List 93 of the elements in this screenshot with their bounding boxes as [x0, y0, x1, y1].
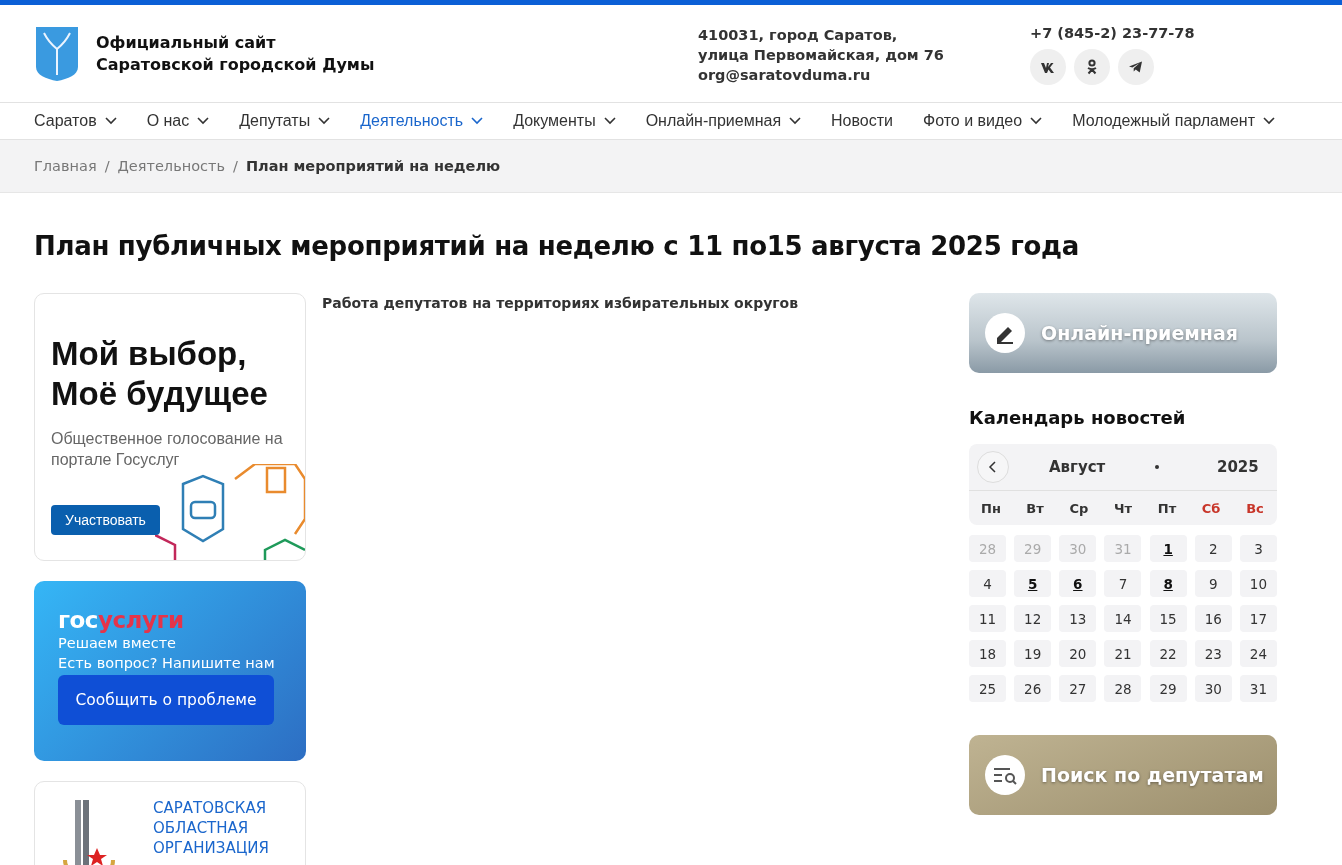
- coat-of-arms-icon: [34, 25, 80, 83]
- banner-text: Есть вопрос? Напишите нам: [58, 654, 276, 673]
- weekday-label: Пн: [980, 500, 1002, 516]
- calendar-day[interactable]: 24: [1239, 640, 1277, 667]
- calendar-day[interactable]: 16: [1194, 605, 1232, 632]
- weekday-label: Пт: [1156, 500, 1178, 516]
- site-title: Саратовской городской Думы: [96, 54, 375, 76]
- contact-address: улица Первомайская, дом 76: [698, 46, 945, 65]
- page-title: План публичных мероприятий на неделю с 11 по15 августа 2025 года: [34, 231, 1080, 261]
- calendar-day[interactable]: 8: [1149, 570, 1187, 597]
- calendar-day[interactable]: 4: [969, 570, 1006, 597]
- breadcrumb-link[interactable]: Главная: [34, 158, 97, 174]
- chevron-down-icon: [1262, 117, 1275, 125]
- weekday-label: Сб: [1200, 500, 1222, 516]
- banner-text: Решаем вместе: [58, 634, 178, 653]
- organization-name[interactable]: ОБЛАСТНАЯ: [153, 818, 269, 838]
- nav-menu-item[interactable]: Деятельность: [360, 112, 484, 130]
- calendar-day[interactable]: 10: [1239, 570, 1277, 597]
- breadcrumb-separator: /: [233, 158, 238, 174]
- chevron-down-icon: [603, 117, 616, 125]
- calendar-day[interactable]: 30: [1194, 675, 1232, 702]
- organization-banner[interactable]: САРАТОВСКАЯ ОБЛАСТНАЯ ОРГАНИЗАЦИЯ: [34, 781, 306, 865]
- breadcrumb-separator: /: [104, 158, 110, 174]
- chevron-left-icon: [988, 460, 998, 474]
- nav-menu-item[interactable]: Фото и видео: [923, 112, 1043, 130]
- calendar-day[interactable]: 15: [1149, 605, 1187, 632]
- ok-social-icon[interactable]: [1074, 49, 1110, 85]
- report-problem-button[interactable]: Сообщить о проблеме: [58, 675, 274, 725]
- banner-text: Общественное голосование на портале Госуслуг: [51, 429, 284, 470]
- chevron-down-icon: [197, 117, 210, 125]
- contact-address: org@saratovduma.ru: [698, 66, 872, 85]
- calendar-day[interactable]: 31: [1239, 675, 1277, 702]
- banner-title: Мой выбор,: [51, 334, 248, 374]
- vk-social-icon[interactable]: [1030, 49, 1066, 85]
- participate-button[interactable]: Участвовать: [51, 505, 160, 535]
- calendar-day[interactable]: 25: [969, 675, 1006, 702]
- calendar-day[interactable]: 22: [1149, 640, 1187, 667]
- calendar-day[interactable]: 6: [1059, 570, 1097, 597]
- calendar-day[interactable]: 23: [1194, 640, 1232, 667]
- calendar-day[interactable]: 3: [1239, 535, 1277, 562]
- calendar-day[interactable]: 13: [1059, 605, 1097, 632]
- telegram-social-icon[interactable]: [1118, 49, 1154, 85]
- calendar-day[interactable]: 21: [1104, 640, 1142, 667]
- previous-month-button[interactable]: [977, 451, 1009, 483]
- calendar-day[interactable]: 17: [1239, 605, 1277, 632]
- nav-menu-item[interactable]: Депутаты: [239, 112, 331, 130]
- site-title: Официальный сайт: [96, 32, 277, 54]
- calendar-month[interactable]: Август: [1049, 458, 1139, 476]
- nav-menu-item[interactable]: Онлайн-приемная: [645, 112, 802, 130]
- pencil-icon: [985, 313, 1025, 353]
- calendar-day[interactable]: 18: [969, 640, 1006, 667]
- nav-menu-item[interactable]: О нас: [146, 112, 210, 130]
- nav-menu-item[interactable]: Молодежный парламент: [1072, 112, 1275, 130]
- chevron-down-icon: [1030, 117, 1043, 125]
- calendar-day[interactable]: 2: [1194, 535, 1232, 562]
- calendar-title: Календарь новостей: [969, 407, 1187, 428]
- gosuslugi-logo: госуслуги: [58, 607, 185, 633]
- calendar-day[interactable]: 12: [1014, 605, 1052, 632]
- list-search-icon: [985, 755, 1025, 795]
- nav-menu-item[interactable]: Документы: [513, 112, 616, 130]
- calendar-day[interactable]: 11: [969, 605, 1006, 632]
- nav-menu-item[interactable]: Саратов: [34, 112, 117, 130]
- breadcrumb-current: План мероприятий на неделю: [245, 158, 501, 174]
- calendar-day[interactable]: 7: [1104, 570, 1142, 597]
- separator-dot-icon: [1155, 465, 1159, 469]
- chevron-down-icon: [104, 117, 117, 125]
- banner-title: Моё будущее: [51, 374, 269, 414]
- weekday-label: Вс: [1245, 500, 1265, 516]
- weekday-label: Чт: [1112, 500, 1133, 516]
- organization-name[interactable]: ОРГАНИЗАЦИЯ: [153, 838, 269, 858]
- calendar-day[interactable]: 1: [1149, 535, 1187, 562]
- calendar-day[interactable]: 20: [1059, 640, 1097, 667]
- calendar-day[interactable]: 27: [1059, 675, 1097, 702]
- calendar-day[interactable]: 5: [1014, 570, 1052, 597]
- breadcrumb-link[interactable]: Деятельность: [117, 158, 225, 174]
- vote-banner[interactable]: Мой выбор, Моё будущее Общественное голосование на портале Госуслуг Участвовать: [34, 293, 306, 561]
- phone-number: +7 (845-2) 23-77-78: [1030, 25, 1195, 41]
- calendar-day[interactable]: 9: [1194, 570, 1232, 597]
- nav-menu-item[interactable]: Новости: [831, 112, 893, 130]
- chevron-down-icon: [471, 117, 484, 125]
- chevron-down-icon: [789, 117, 802, 125]
- event-text: Работа депутатов на территориях избирательных округов: [322, 295, 799, 311]
- organization-name[interactable]: САРАТОВСКАЯ: [153, 798, 269, 818]
- chevron-down-icon: [318, 117, 331, 125]
- calendar-year[interactable]: 2025: [1217, 458, 1259, 476]
- weekday-label: Ср: [1068, 500, 1090, 516]
- calendar-day[interactable]: 26: [1014, 675, 1052, 702]
- calendar-day[interactable]: 19: [1014, 640, 1052, 667]
- calendar-day[interactable]: 14: [1104, 605, 1142, 632]
- contact-address: 410031, город Саратов,: [698, 26, 899, 45]
- calendar-day[interactable]: 29: [1149, 675, 1187, 702]
- weekday-label: Вт: [1025, 500, 1045, 516]
- calendar-day[interactable]: 28: [1104, 675, 1142, 702]
